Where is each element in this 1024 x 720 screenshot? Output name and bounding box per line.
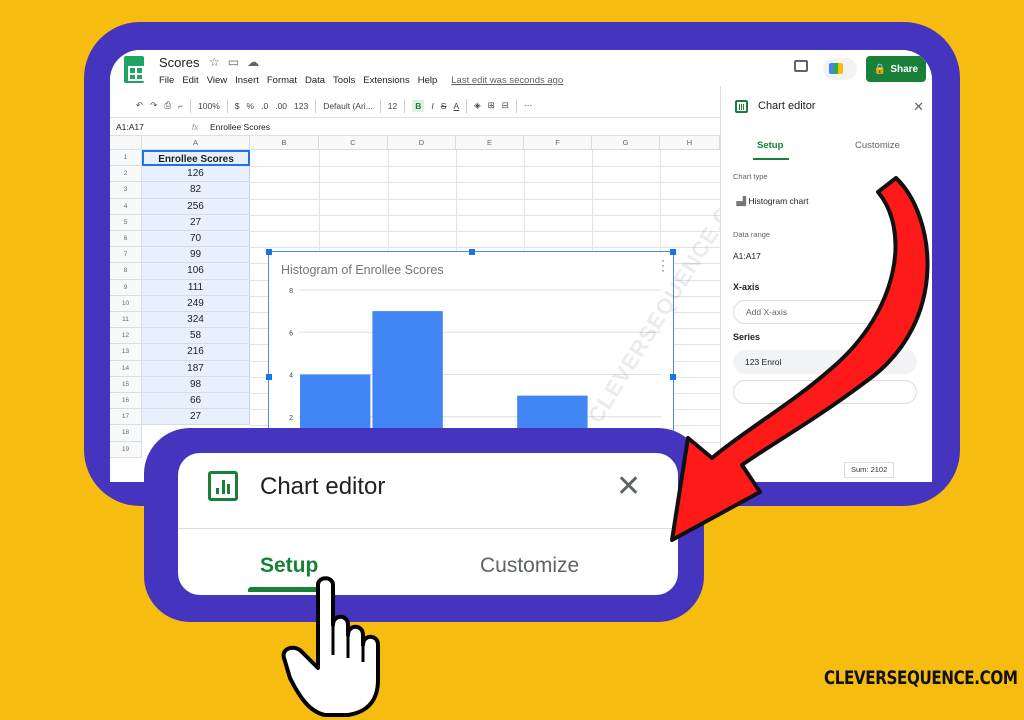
pointer-hand-icon	[281, 576, 380, 717]
brand-logo: CLEVERSEQUENCE.COM	[824, 668, 1018, 689]
red-arrow-icon	[670, 176, 930, 542]
annotation-layer	[281, 176, 930, 717]
